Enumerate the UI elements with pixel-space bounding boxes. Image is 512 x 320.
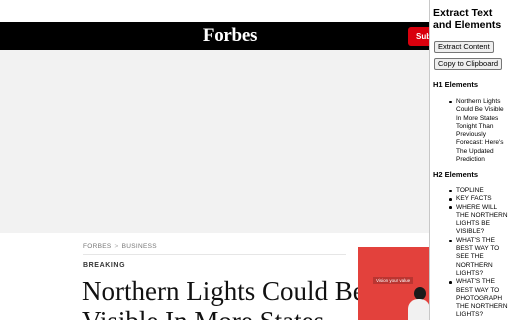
list-item: KEY FACTS [447, 195, 509, 203]
h1-list: Northern Lights Could Be Visible In More… [447, 98, 509, 164]
list-item: WHERE WILL THE NORTHERN LIGHTS BE VISIBL… [447, 204, 509, 237]
copy-to-clipboard-button[interactable]: Copy to Clipboard [434, 58, 503, 70]
h2-section-heading: H2 Elements [433, 170, 479, 179]
video-thumbnail[interactable]: Vision your value [358, 247, 429, 320]
h1-section-heading: H1 Elements [433, 80, 479, 89]
kicker-label: BREAKING [83, 262, 126, 269]
breadcrumb: FORBES > BUSINESS [83, 243, 157, 250]
extract-content-button[interactable]: Extract Content [434, 41, 494, 53]
breadcrumb-business[interactable]: BUSINESS [122, 243, 157, 250]
forbes-logo[interactable]: Forbes [0, 22, 460, 50]
person-body-shape [408, 299, 429, 320]
top-strip [0, 0, 429, 22]
divider [83, 254, 346, 255]
breadcrumb-separator: > [114, 243, 119, 250]
extension-title: Extract Text and Elements [433, 7, 502, 31]
video-label: Vision your value [373, 277, 414, 284]
list-item: WHAT'S THE BEST WAY TO PHOTOGRAPH THE NO… [447, 278, 509, 319]
ad-placeholder [0, 50, 429, 233]
h2-list: TOPLINE KEY FACTS WHERE WILL THE NORTHER… [447, 187, 509, 320]
list-item: WHAT'S THE BEST WAY TO SEE THE NORTHERN … [447, 237, 509, 278]
list-item: Northern Lights Could Be Visible In More… [447, 98, 509, 164]
list-item: TOPLINE [447, 187, 509, 195]
breadcrumb-forbes[interactable]: FORBES [83, 243, 112, 250]
